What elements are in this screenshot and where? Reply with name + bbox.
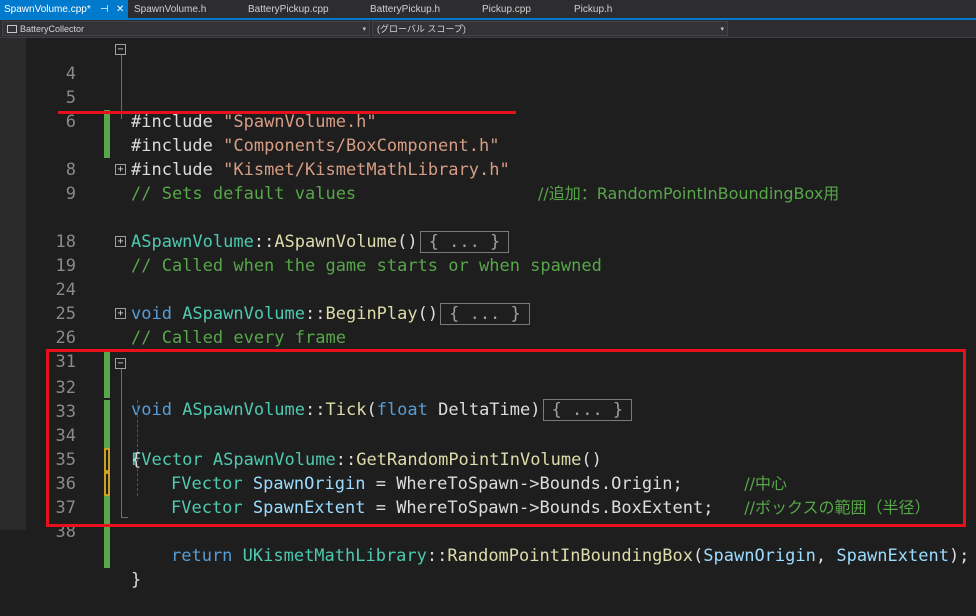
close-paren: ); [948, 546, 970, 566]
return-keyword: return [171, 546, 243, 566]
comment: // Sets default values [131, 184, 357, 204]
tab-label: SpawnVolume.cpp* [4, 4, 91, 15]
code-line-9[interactable]: 9 + ASpawnVolume::ASpawnVolume(){ ... } [0, 158, 976, 253]
code-line-5[interactable]: 5 #include "Components/BoxComponent.h" [0, 62, 976, 156]
tab-spawnvolume-cpp[interactable]: SpawnVolume.cpp* ⊣ ✕ [0, 0, 128, 20]
tab-pickup-cpp[interactable]: Pickup.cpp [478, 0, 570, 20]
tab-label: BatteryPickup.cpp [248, 4, 329, 15]
highlight-box [46, 349, 966, 527]
project-icon [7, 25, 17, 33]
code-line-24[interactable]: 24 [0, 254, 976, 300]
tab-batterypickup-cpp[interactable]: BatteryPickup.cpp [244, 0, 366, 20]
expand-icon[interactable]: + [115, 236, 126, 247]
project-name: BatteryCollector [20, 24, 85, 34]
change-marker [104, 544, 110, 568]
include-keyword: #include [131, 112, 224, 132]
highlight-underline [58, 111, 516, 114]
navigation-bar: BatteryCollector ▾ (グローバル スコープ) ▾ [0, 20, 976, 38]
tab-batterypickup-h[interactable]: BatteryPickup.h [366, 0, 476, 20]
comma: , [815, 546, 837, 566]
open-paren: ( [693, 546, 704, 566]
function-name: RandomPointInBoundingBox [447, 546, 694, 566]
code-line-25[interactable]: 25 // Called every frame [0, 278, 976, 348]
chevron-down-icon[interactable]: ▾ [720, 22, 724, 37]
include-path: "SpawnVolume.h" [223, 112, 377, 132]
scope-dropdown[interactable]: (グローバル スコープ) ▾ [372, 21, 728, 36]
code-line-4[interactable]: 4 − #include "SpawnVolume.h" [0, 38, 976, 132]
close-brace: } [131, 570, 142, 590]
tab-label: Pickup.cpp [482, 4, 531, 15]
collapse-icon[interactable]: − [115, 44, 126, 55]
class-name: UKismetMathLibrary [242, 546, 427, 566]
code-line-31[interactable]: 31 [0, 326, 976, 398]
tab-label: BatteryPickup.h [370, 4, 441, 15]
tab-label: SpawnVolume.h [134, 4, 207, 15]
chevron-down-icon[interactable]: ▾ [362, 22, 366, 37]
code-line-18[interactable]: 18 // Called when the game starts or whe… [0, 206, 976, 276]
argument: SpawnOrigin [703, 546, 816, 566]
fold-guide [121, 55, 122, 119]
argument: SpawnExtent [836, 546, 949, 566]
tab-pickup-h[interactable]: Pickup.h [570, 0, 648, 20]
project-dropdown[interactable]: BatteryCollector ▾ [2, 21, 370, 36]
document-tab-bar: SpawnVolume.cpp* ⊣ ✕ SpawnVolume.h Batte… [0, 0, 976, 20]
code-line-19[interactable]: 19 + void ASpawnVolume::BeginPlay(){ ...… [0, 230, 976, 325]
added-comment: //追加：RandomPointInBoundingBox用 [538, 184, 840, 203]
expand-icon[interactable]: + [115, 308, 126, 319]
pin-icon[interactable]: ⊣ [100, 0, 109, 20]
line-number: 9 [65, 184, 76, 204]
code-line-26[interactable]: 26 + void ASpawnVolume::Tick(float Delta… [0, 302, 976, 421]
tab-label: Pickup.h [574, 4, 613, 15]
scope-name: (グローバル スコープ) [377, 24, 466, 34]
expand-icon[interactable]: + [115, 164, 126, 175]
tab-spawnvolume-h[interactable]: SpawnVolume.h [130, 0, 242, 20]
code-line-8[interactable]: 8 // Sets default values [0, 134, 976, 204]
code-line-6[interactable]: 6 #include "Kismet/KismetMathLibrary.h" … [0, 86, 976, 203]
scope-operator: :: [426, 546, 448, 566]
close-icon[interactable]: ✕ [116, 0, 124, 20]
